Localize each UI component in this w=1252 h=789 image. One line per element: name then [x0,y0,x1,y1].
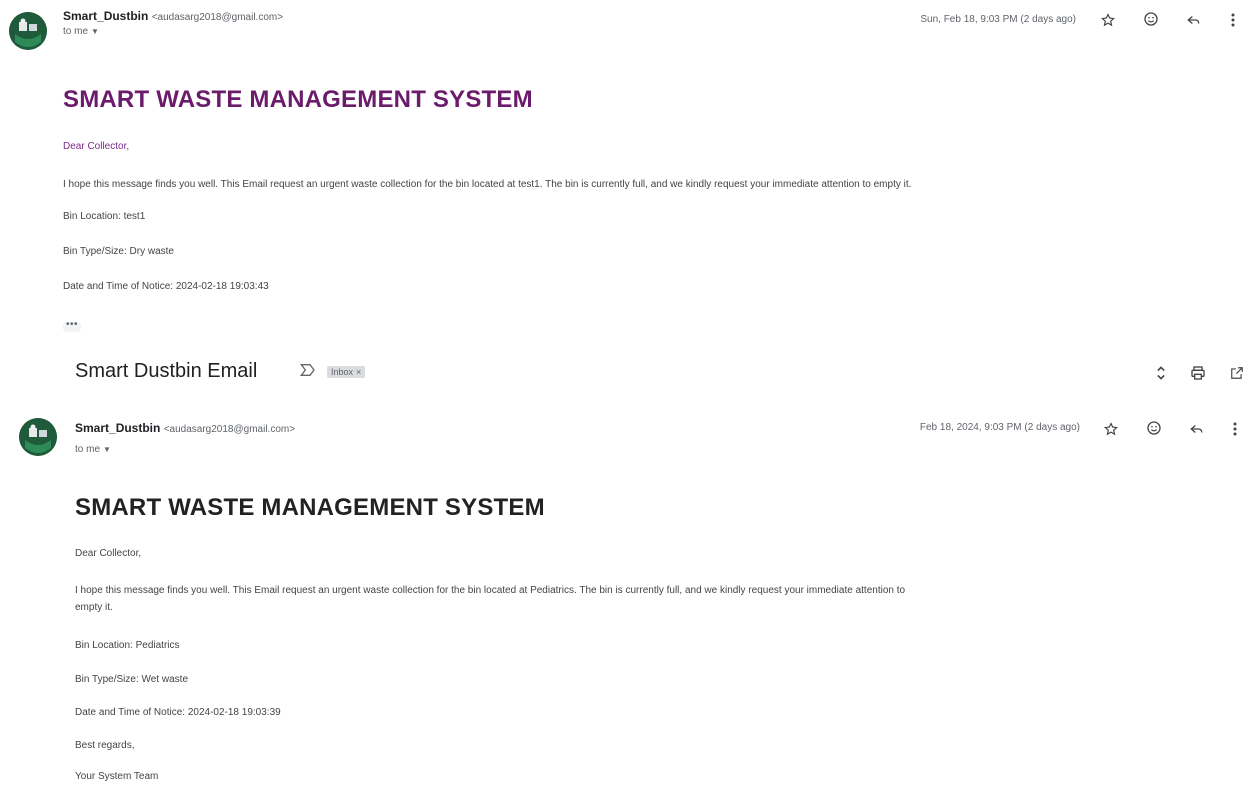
sender-name[interactable]: Smart_Dustbin [75,421,160,435]
signature: Your System Team [75,771,159,782]
label-name: Inbox [331,367,354,377]
label-chip-inbox[interactable]: Inbox × [327,366,366,378]
sender-line: Smart_Dustbin <audasarg2018@gmail.com> [75,421,295,435]
email-heading: SMART WASTE MANAGEMENT SYSTEM [75,494,545,521]
sender-name[interactable]: Smart_Dustbin [63,9,148,23]
more-vert-icon[interactable] [1224,418,1246,440]
caret-down-icon: ▼ [103,445,111,454]
star-icon[interactable] [1100,418,1122,440]
open-in-new-icon[interactable] [1226,362,1248,384]
unfold-icon[interactable] [1150,362,1172,384]
sender-avatar[interactable] [9,12,47,50]
email-heading: SMART WASTE MANAGEMENT SYSTEM [63,86,533,113]
sender-avatar[interactable] [19,418,57,456]
reply-icon[interactable] [1182,9,1204,31]
message-date: Feb 18, 2024, 9:03 PM (2 days ago) [919,422,1080,433]
remove-label-icon[interactable]: × [356,367,361,377]
notice-time: Date and Time of Notice: 2024-02-18 19:0… [63,281,269,292]
important-marker-icon[interactable] [300,363,316,382]
emoji-icon[interactable] [1140,8,1162,30]
print-icon[interactable] [1187,362,1209,384]
greeting: Dear Collector, [63,141,130,152]
caret-down-icon: ▼ [91,27,99,36]
more-vert-icon[interactable] [1222,9,1244,31]
sender-line: Smart_Dustbin <audasarg2018@gmail.com> [63,9,283,23]
bin-type: Bin Type/Size: Dry waste [63,246,174,257]
greeting: Dear Collector, [75,548,142,559]
reply-icon[interactable] [1185,418,1207,440]
bin-location: Bin Location: test1 [63,211,146,222]
message-date: Sun, Feb 18, 9:03 PM (2 days ago) [920,14,1076,25]
message-text: I hope this message finds you well. This… [63,179,912,190]
emoji-icon[interactable] [1143,417,1165,439]
recipient-dropdown[interactable]: to me ▼ [63,26,99,37]
bin-location: Bin Location: Pediatrics [75,640,180,651]
star-icon[interactable] [1097,9,1119,31]
message-text-line-1: I hope this message finds you well. This… [75,585,906,596]
sender-email: <audasarg2018@gmail.com> [151,12,284,23]
recipient-label: to me [75,444,101,455]
bin-type: Bin Type/Size: Wet waste [75,674,189,685]
thread-subject: Smart Dustbin Email [75,360,258,382]
notice-time: Date and Time of Notice: 2024-02-18 19:0… [75,707,281,718]
recipient-dropdown[interactable]: to me ▼ [75,444,111,455]
show-trimmed-content-button[interactable]: ••• [63,320,81,332]
sender-email: <audasarg2018@gmail.com> [163,424,296,435]
message-text-line-2: empty it. [75,602,113,613]
closing-regards: Best regards, [75,740,135,751]
recipient-label: to me [63,26,89,37]
